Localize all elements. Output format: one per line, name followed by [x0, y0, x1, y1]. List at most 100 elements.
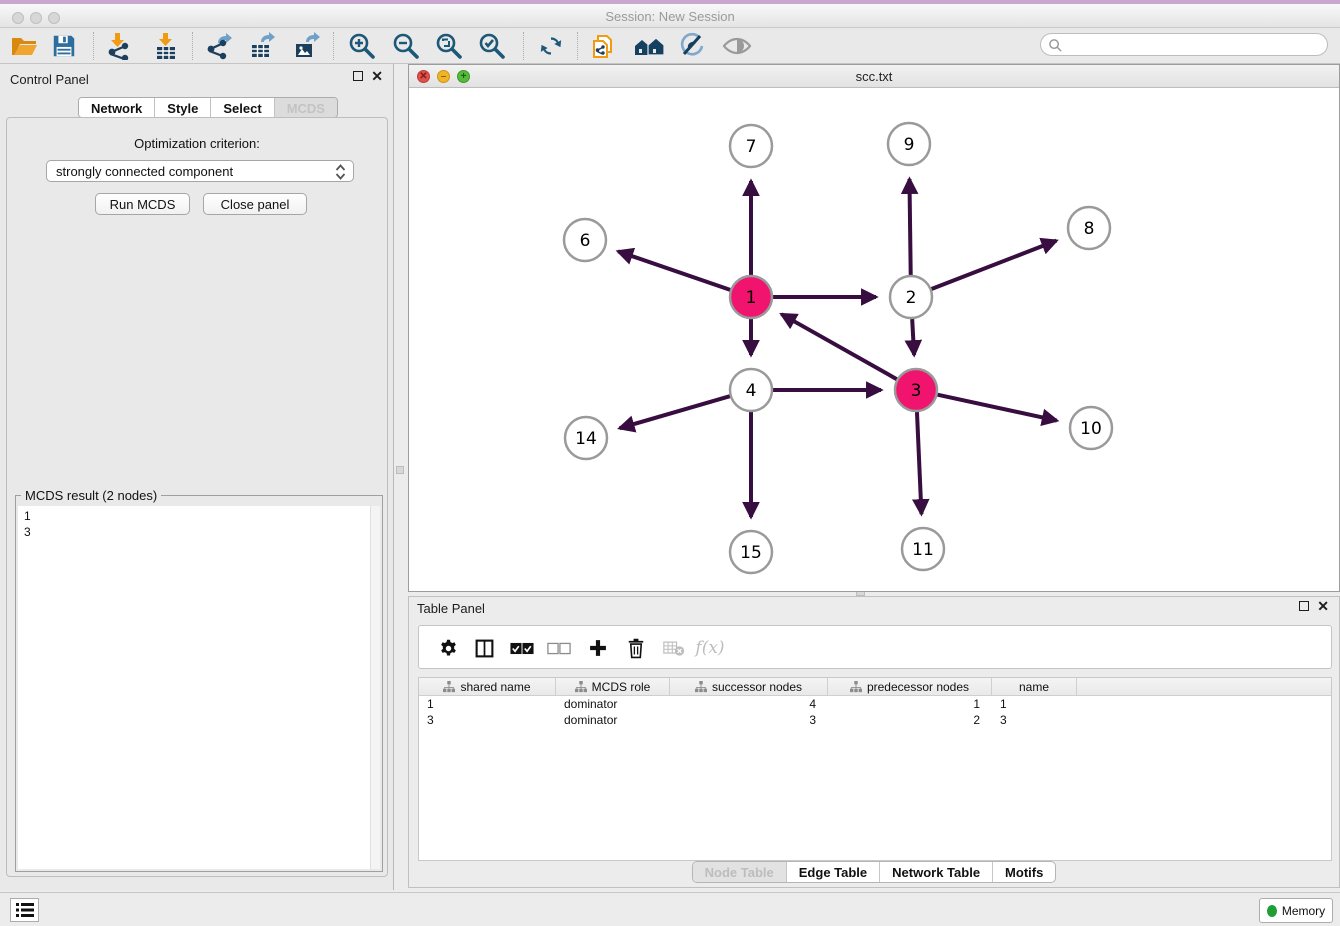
duplicate-network-icon[interactable]: [588, 31, 620, 61]
graph-node-label-1: 1: [746, 288, 757, 308]
export-image-icon[interactable]: [290, 31, 322, 61]
control-panel-tabs: Network Style Select MCDS: [78, 97, 338, 118]
deselect-all-icon[interactable]: [544, 633, 574, 663]
show-columns-icon[interactable]: [469, 633, 499, 663]
cell-mcds-role: dominator: [556, 696, 670, 712]
show-hide-icon[interactable]: [721, 31, 753, 61]
table-header-row: shared name MCDS role successor nodes pr…: [419, 678, 1331, 696]
add-column-icon[interactable]: [583, 633, 613, 663]
table-panel-window-buttons: ✕: [1299, 601, 1329, 611]
graph-edge-3-1[interactable]: [781, 314, 896, 379]
open-session-icon[interactable]: [8, 31, 40, 61]
graph-edge-4-14[interactable]: [620, 396, 730, 428]
close-panel-icon[interactable]: ✕: [371, 71, 383, 81]
graph-node-label-2: 2: [906, 288, 917, 308]
tab-motifs[interactable]: Motifs: [993, 862, 1055, 882]
tab-style[interactable]: Style: [155, 98, 211, 117]
refresh-view-icon[interactable]: [535, 31, 567, 61]
task-history-button[interactable]: [10, 898, 39, 922]
window-title: Session: New Session: [0, 9, 1340, 24]
network-canvas[interactable]: 7968124314101511: [409, 88, 1339, 591]
function-builder-icon[interactable]: f(x): [695, 633, 725, 663]
close-panel-button[interactable]: Close panel: [203, 193, 307, 215]
column-header-shared-name[interactable]: shared name: [419, 678, 556, 696]
table-panel-tabs: Node Table Edge Table Network Table Moti…: [409, 861, 1339, 883]
import-network-icon[interactable]: [102, 31, 134, 61]
delete-table-icon[interactable]: [659, 633, 689, 663]
table-row[interactable]: 3 dominator 3 2 3: [419, 712, 1331, 728]
graph-edge-2-9[interactable]: [909, 179, 910, 275]
graph-node-label-10: 10: [1080, 419, 1102, 439]
float-panel-icon[interactable]: [353, 71, 363, 81]
mcds-result-list[interactable]: 1 3: [18, 506, 370, 869]
network-graph[interactable]: 7968124314101511: [409, 88, 1339, 591]
float-table-panel-icon[interactable]: [1299, 601, 1309, 611]
graph-edge-2-8[interactable]: [932, 241, 1057, 289]
column-tree-icon: [695, 681, 707, 693]
graph-node-label-11: 11: [912, 540, 934, 560]
mcds-result-item: 3: [24, 524, 370, 540]
graph-node-label-3: 3: [911, 381, 922, 401]
run-mcds-button[interactable]: Run MCDS: [95, 193, 190, 215]
import-table-icon[interactable]: [150, 31, 182, 61]
zoom-in-icon[interactable]: [346, 31, 378, 61]
export-table-icon[interactable]: [246, 31, 278, 61]
memory-button[interactable]: Memory: [1259, 898, 1333, 923]
search-box[interactable]: [1040, 33, 1328, 56]
graph-edge-3-11[interactable]: [917, 412, 921, 514]
zoom-selected-icon[interactable]: [476, 31, 508, 61]
tab-network[interactable]: Network: [79, 98, 155, 117]
network-view-window: ✕ – + scc.txt 7968124314101511: [408, 64, 1340, 592]
graph-edge-1-6[interactable]: [618, 251, 730, 289]
save-session-icon[interactable]: [48, 31, 80, 61]
node-table[interactable]: shared name MCDS role successor nodes pr…: [418, 677, 1332, 861]
mcds-result-scrollbar[interactable]: [370, 506, 380, 869]
search-input[interactable]: [1067, 35, 1317, 54]
tab-node-table[interactable]: Node Table: [693, 862, 787, 882]
home-layout-icon[interactable]: [633, 31, 665, 61]
table-row[interactable]: 1 dominator 4 1 1: [419, 696, 1331, 712]
cell-successor-nodes: 3: [670, 712, 828, 728]
column-tree-icon: [575, 681, 587, 693]
table-settings-gear-icon[interactable]: [433, 633, 463, 663]
column-header-mcds-role[interactable]: MCDS role: [556, 678, 670, 696]
column-header-name[interactable]: name: [992, 678, 1077, 696]
graph-edge-3-10[interactable]: [937, 395, 1056, 421]
tab-mcds[interactable]: MCDS: [275, 98, 337, 117]
clear-style-icon[interactable]: [676, 31, 708, 61]
tab-select[interactable]: Select: [211, 98, 274, 117]
graph-node-label-15: 15: [740, 543, 762, 563]
cell-name: 1: [992, 696, 1077, 712]
optimization-criterion-label: Optimization criterion:: [7, 136, 387, 151]
column-tree-icon: [850, 681, 862, 693]
column-header-successor-nodes[interactable]: successor nodes: [670, 678, 828, 696]
table-panel-title: Table Panel: [417, 601, 485, 616]
search-icon: [1048, 38, 1063, 53]
close-table-panel-icon[interactable]: ✕: [1317, 601, 1329, 611]
network-window-title: scc.txt: [409, 69, 1339, 84]
vertical-splitter-grip[interactable]: [396, 466, 404, 474]
network-window-titlebar[interactable]: ✕ – + scc.txt: [409, 65, 1339, 88]
mcds-result-title: MCDS result (2 nodes): [21, 488, 161, 503]
zoom-fit-icon[interactable]: [433, 31, 465, 61]
cell-predecessor-nodes: 2: [828, 712, 992, 728]
cell-shared-name: 1: [419, 696, 556, 712]
cell-successor-nodes: 4: [670, 696, 828, 712]
graph-node-label-6: 6: [580, 231, 591, 251]
column-header-predecessor-nodes[interactable]: predecessor nodes: [828, 678, 992, 696]
select-all-icon[interactable]: [507, 633, 537, 663]
criterion-dropdown[interactable]: strongly connected component: [46, 160, 354, 182]
graph-node-label-8: 8: [1084, 219, 1095, 239]
cell-predecessor-nodes: 1: [828, 696, 992, 712]
tab-network-table[interactable]: Network Table: [880, 862, 993, 882]
status-bar: Memory: [0, 892, 1340, 926]
list-icon: [16, 903, 34, 917]
tab-edge-table[interactable]: Edge Table: [787, 862, 880, 882]
export-network-icon[interactable]: [203, 31, 235, 61]
mcds-panel-content: Optimization criterion: strongly connect…: [6, 117, 388, 877]
graph-node-label-7: 7: [746, 137, 757, 157]
delete-column-icon[interactable]: [621, 633, 651, 663]
dropdown-stepper-icon: [335, 164, 346, 180]
graph-edge-2-3[interactable]: [912, 319, 914, 355]
zoom-out-icon[interactable]: [390, 31, 422, 61]
